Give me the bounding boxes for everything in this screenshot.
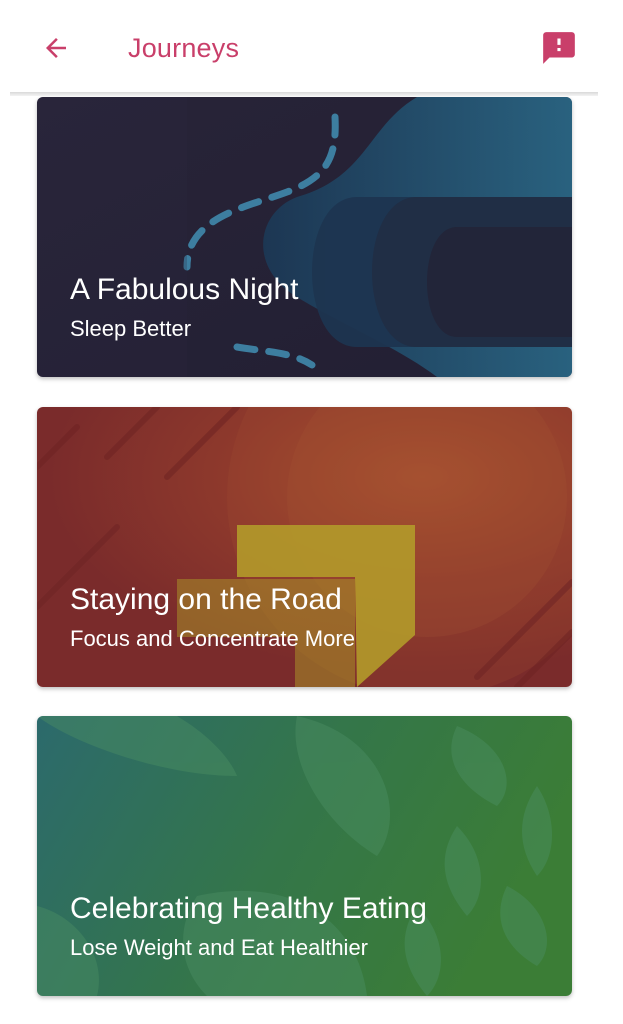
journey-title: Staying on the Road [70, 583, 342, 616]
journey-title: Celebrating Healthy Eating [70, 892, 427, 925]
journey-subtitle: Lose Weight and Eat Healthier [70, 935, 368, 960]
top-app-bar: Journeys [0, 0, 623, 94]
journey-subtitle: Focus and Concentrate More [70, 626, 355, 651]
arrow-left-icon [46, 38, 66, 58]
journey-card-healthy-eating[interactable]: Celebrating Healthy Eating Lose Weight a… [37, 716, 572, 996]
back-button[interactable] [36, 28, 76, 68]
journey-card-fabulous-night[interactable]: A Fabulous Night Sleep Better [37, 97, 572, 377]
journey-subtitle: Sleep Better [70, 316, 192, 341]
report-button[interactable] [539, 28, 579, 68]
app-bar-divider [10, 92, 598, 96]
page-title: Journeys [128, 33, 240, 63]
journey-title: A Fabulous Night [70, 273, 299, 306]
journeys-screen: A Fabulous Night Sleep Better Staying on… [0, 0, 623, 1024]
feedback-icon [543, 32, 575, 64]
journey-list[interactable]: A Fabulous Night Sleep Better Staying on… [0, 0, 623, 1024]
journey-card-staying-on-the-road[interactable]: Staying on the Road Focus and Concentrat… [37, 407, 572, 687]
